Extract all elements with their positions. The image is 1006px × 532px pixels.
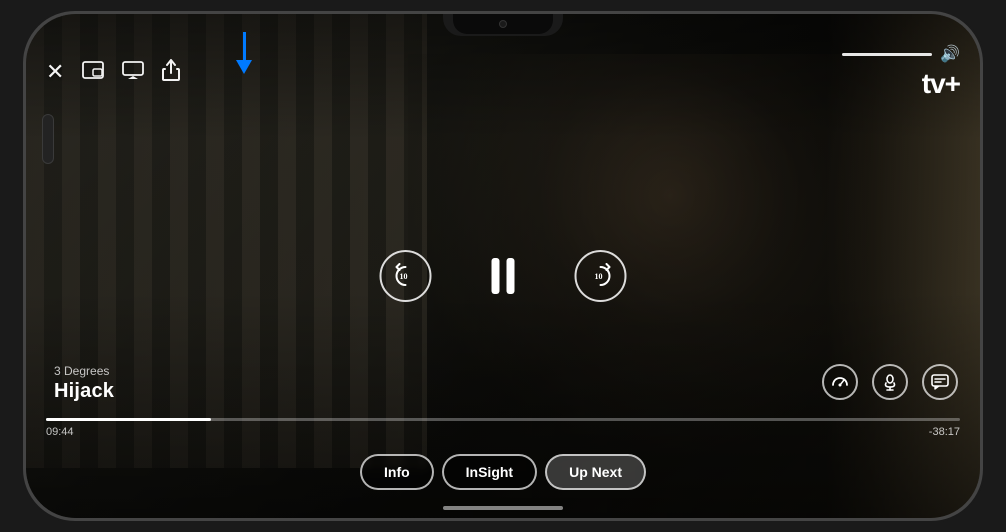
phone-frame: ✕ (23, 11, 983, 521)
tab-insight[interactable]: InSight (442, 454, 537, 490)
rewind-icon: 10 (393, 263, 419, 289)
top-right-controls: 🔊 tv+ (842, 44, 960, 100)
pause-button[interactable] (492, 258, 515, 294)
progress-track[interactable] (46, 418, 960, 421)
current-time: 09:44 (46, 426, 74, 438)
camera-notch (453, 14, 553, 34)
forward-icon: 10 (588, 263, 614, 289)
subtitles-icon (931, 373, 949, 391)
tab-up-next[interactable]: Up Next (545, 454, 646, 490)
pause-bar-left (492, 258, 500, 294)
subtitles-button[interactable] (922, 364, 958, 400)
blue-arrow-indicator (236, 32, 252, 74)
airplay-icon (122, 61, 144, 79)
title-area: 3 Degrees Hijack (54, 364, 114, 403)
remaining-time: -38:17 (929, 426, 960, 438)
bottom-tabs: Info InSight Up Next (360, 454, 646, 490)
pip-button[interactable] (82, 61, 104, 84)
svg-text:10: 10 (400, 272, 408, 281)
volume-bar (842, 53, 932, 56)
audio-button[interactable] (872, 364, 908, 400)
close-button[interactable]: ✕ (46, 59, 64, 85)
svg-text:10: 10 (595, 272, 603, 281)
right-side-icons (822, 364, 958, 400)
power-button[interactable] (980, 144, 983, 200)
tab-info[interactable]: Info (360, 454, 434, 490)
arrow-line (243, 32, 246, 60)
show-title: Hijack (54, 380, 114, 403)
left-camera-bump (42, 114, 54, 164)
tv-plus-label: tv+ (922, 68, 960, 100)
speed-button[interactable] (822, 364, 858, 400)
airplay-button[interactable] (122, 61, 144, 84)
speed-icon (831, 373, 849, 391)
audio-icon (881, 373, 899, 391)
camera-dot (499, 20, 507, 28)
pause-bar-right (507, 258, 515, 294)
arrow-head (236, 60, 252, 74)
volume-control[interactable]: 🔊 (842, 44, 960, 64)
pip-icon (82, 61, 104, 79)
time-row: 09:44 -38:17 (46, 426, 960, 438)
progress-area[interactable]: 09:44 -38:17 (46, 418, 960, 438)
rewind-button[interactable]: 10 (380, 250, 432, 302)
apple-tv-logo: tv+ (920, 68, 960, 100)
top-controls-bar: ✕ (26, 36, 980, 108)
forward-button[interactable]: 10 (575, 250, 627, 302)
volume-icon: 🔊 (940, 44, 960, 64)
progress-fill (46, 418, 211, 421)
show-subtitle: 3 Degrees (54, 364, 114, 378)
top-left-controls: ✕ (46, 59, 180, 86)
share-button[interactable] (162, 59, 180, 86)
home-indicator (443, 506, 563, 510)
center-playback-controls: 10 10 (380, 250, 627, 302)
share-icon (162, 59, 180, 81)
